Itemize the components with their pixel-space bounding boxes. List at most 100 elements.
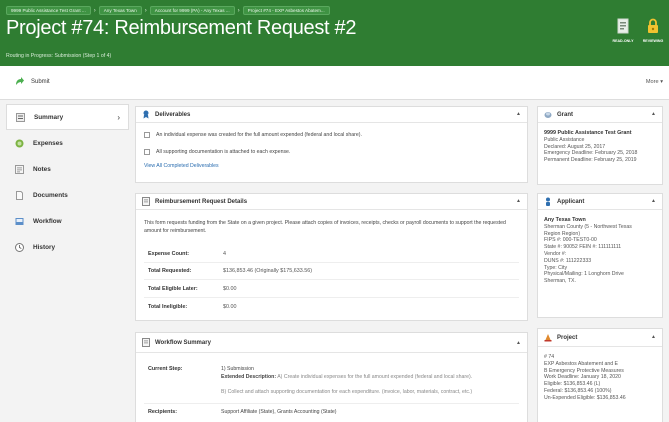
collapse-caret-icon[interactable]: ▲ <box>516 111 521 117</box>
toolbar: Submit More ▾ <box>0 66 669 100</box>
list-icon <box>16 112 25 122</box>
applicant-city: Sherman, TX. <box>544 278 576 285</box>
workflow-summary-panel: Workflow Summary ▲ Current Step: 1) Subm… <box>135 332 528 422</box>
project-panel: Project ▲ # 74 EXP Asbestos Abatement an… <box>537 328 663 422</box>
panel-title: Deliverables <box>155 111 191 118</box>
chevron-right-icon: › <box>117 112 120 122</box>
money-icon <box>15 139 24 147</box>
project-work-deadline: Work Deadline: January 18, 2020 <box>544 374 621 381</box>
collapse-caret-icon[interactable]: ▲ <box>516 198 521 204</box>
checkbox[interactable] <box>144 149 150 155</box>
routing-status: Routing in Progress: Submission (Step 1 … <box>6 53 112 59</box>
extended-description-text: A) Create individual expenses for the fu… <box>277 374 473 380</box>
applicant-header[interactable]: Applicant ▲ <box>538 194 662 210</box>
detail-value: $0.00 <box>223 286 237 292</box>
grant-details: 9999 Public Assistance Test Grant Public… <box>538 123 662 171</box>
project-name-line2: B Emergency Protective Measures <box>544 367 624 374</box>
divider <box>144 297 519 298</box>
more-button[interactable]: More ▾ <box>646 79 663 85</box>
panel-title: Workflow Summary <box>155 339 211 346</box>
sidebar-item-label: Workflow <box>33 217 62 225</box>
detail-label: Total Ineligible: <box>148 304 188 310</box>
read-only-icon <box>617 18 629 34</box>
grant-panel: Grant ▲ 9999 Public Assistance Test Gran… <box>537 106 663 185</box>
sidebar-item-notes[interactable]: Notes <box>6 156 129 182</box>
grant-emergency-deadline: Emergency Deadline: February 25, 2018 <box>544 150 638 157</box>
grant-type: Public Assistance <box>544 136 585 143</box>
sidebar-item-history[interactable]: History <box>6 234 129 260</box>
step-b-text: B) Collect and attach supporting documen… <box>221 389 473 395</box>
project-eligible: Eligible: $136,853.46 (L) <box>544 381 601 388</box>
project-header[interactable]: Project ▲ <box>538 329 662 347</box>
grant-declared: Declared: August 25, 2017 <box>544 143 606 150</box>
grant-icon <box>544 112 552 118</box>
more-label: More <box>645 79 659 85</box>
read-only-label: READ-ONLY <box>612 39 634 43</box>
recipients-value: Support Affiliate (State), Grants Accoun… <box>221 409 337 415</box>
chevron-down-icon: ▾ <box>660 79 663 85</box>
form-icon <box>142 197 150 206</box>
detail-row-eligible-later: Total Eligible Later: $0.00 <box>148 286 237 292</box>
deliverables-panel: Deliverables ▲ An individual expense was… <box>135 106 528 183</box>
sidebar-item-documents[interactable]: Documents <box>6 182 129 208</box>
grant-permanent-deadline: Permanent Deadline: February 25, 2019 <box>544 157 637 164</box>
applicant-state-fein: State #: 90052 FEIN #: 111111111 <box>544 244 622 251</box>
workflow-summary-header[interactable]: Workflow Summary ▲ <box>136 333 527 353</box>
detail-row-total-requested: Total Requested: $136,853.46 (Originally… <box>148 268 312 274</box>
project-details: # 74 EXP Asbestos Abatement and E B Emer… <box>538 347 662 409</box>
sidebar-item-summary[interactable]: Summary › <box>6 104 129 130</box>
workflow-icon <box>15 217 24 225</box>
divider <box>144 262 519 263</box>
breadcrumb-item[interactable]: 9999 Public Assistance Test Grant ... <box>6 6 91 15</box>
detail-label: Total Eligible Later: <box>148 286 198 292</box>
detail-label: Total Requested: <box>148 268 192 274</box>
applicant-type: Type: City <box>544 264 568 271</box>
reviewing-label: REVIEWING <box>642 39 664 43</box>
applicant-county: Sherman County (5 - Northwest Texas <box>544 223 632 230</box>
submit-button[interactable]: Submit <box>14 76 50 87</box>
detail-value: 4 <box>223 251 226 257</box>
deliverable-item[interactable]: An individual expense was created for th… <box>144 132 527 138</box>
project-unexpended: Un-Expended Eligible: $136,853.46 <box>544 394 626 401</box>
checkbox[interactable] <box>144 132 150 138</box>
request-details-panel: Reimbursement Request Details ▲ This for… <box>135 193 528 321</box>
detail-label: Expense Count: <box>148 251 190 257</box>
sidebar-item-expenses[interactable]: Expenses <box>6 130 129 156</box>
deliverables-header[interactable]: Deliverables ▲ <box>136 107 527 123</box>
collapse-caret-icon[interactable]: ▲ <box>651 111 656 117</box>
collapse-caret-icon[interactable]: ▲ <box>516 340 521 346</box>
notes-icon <box>15 164 24 174</box>
panel-title: Project <box>557 334 578 341</box>
deliverable-item[interactable]: All supporting documentation is attached… <box>144 149 527 155</box>
grant-header[interactable]: Grant ▲ <box>538 107 662 123</box>
read-only-button[interactable]: READ-ONLY <box>611 18 635 48</box>
sidebar-item-workflow[interactable]: Workflow <box>6 208 129 234</box>
page-title: Project #74: Reimbursement Request #2 <box>6 17 357 39</box>
breadcrumb-separator: › <box>93 7 96 14</box>
breadcrumb-item[interactable]: Any Texas Town <box>98 6 142 15</box>
panel-title: Reimbursement Request Details <box>155 198 248 205</box>
applicant-vendor: Vendor #: <box>544 250 567 257</box>
project-federal: Federal: $136,853.46 (100%) <box>544 387 612 394</box>
sidebar-item-label: Summary <box>34 113 64 121</box>
grant-name: 9999 Public Assistance Test Grant <box>544 130 632 136</box>
current-step-value: 1) Submission <box>221 366 254 372</box>
reviewing-button[interactable]: REVIEWING <box>641 18 665 48</box>
divider <box>144 279 519 280</box>
sidebar: Summary › Expenses Notes Documents Workf… <box>6 104 129 260</box>
history-icon <box>15 242 24 252</box>
breadcrumb-item[interactable]: Project #74 - EXP Asbestos Abatem... <box>242 6 330 15</box>
request-details-header[interactable]: Reimbursement Request Details ▲ <box>136 194 527 210</box>
breadcrumb: 9999 Public Assistance Test Grant ... › … <box>6 6 330 15</box>
current-step-label: Current Step: <box>148 366 183 372</box>
applicant-icon <box>546 197 550 206</box>
sidebar-item-label: Documents <box>33 191 68 199</box>
breadcrumb-separator: › <box>237 7 240 14</box>
collapse-caret-icon[interactable]: ▲ <box>651 198 656 204</box>
submit-arrow-icon <box>16 77 24 85</box>
breadcrumb-separator: › <box>144 7 147 14</box>
collapse-caret-icon[interactable]: ▲ <box>651 334 656 340</box>
breadcrumb-item[interactable]: Account for 9999 (PA) - Any Texas ... <box>149 6 235 15</box>
view-completed-deliverables-link[interactable]: View All Completed Deliverables <box>144 163 527 169</box>
applicant-panel: Applicant ▲ Any Texas Town Sherman Count… <box>537 193 663 318</box>
